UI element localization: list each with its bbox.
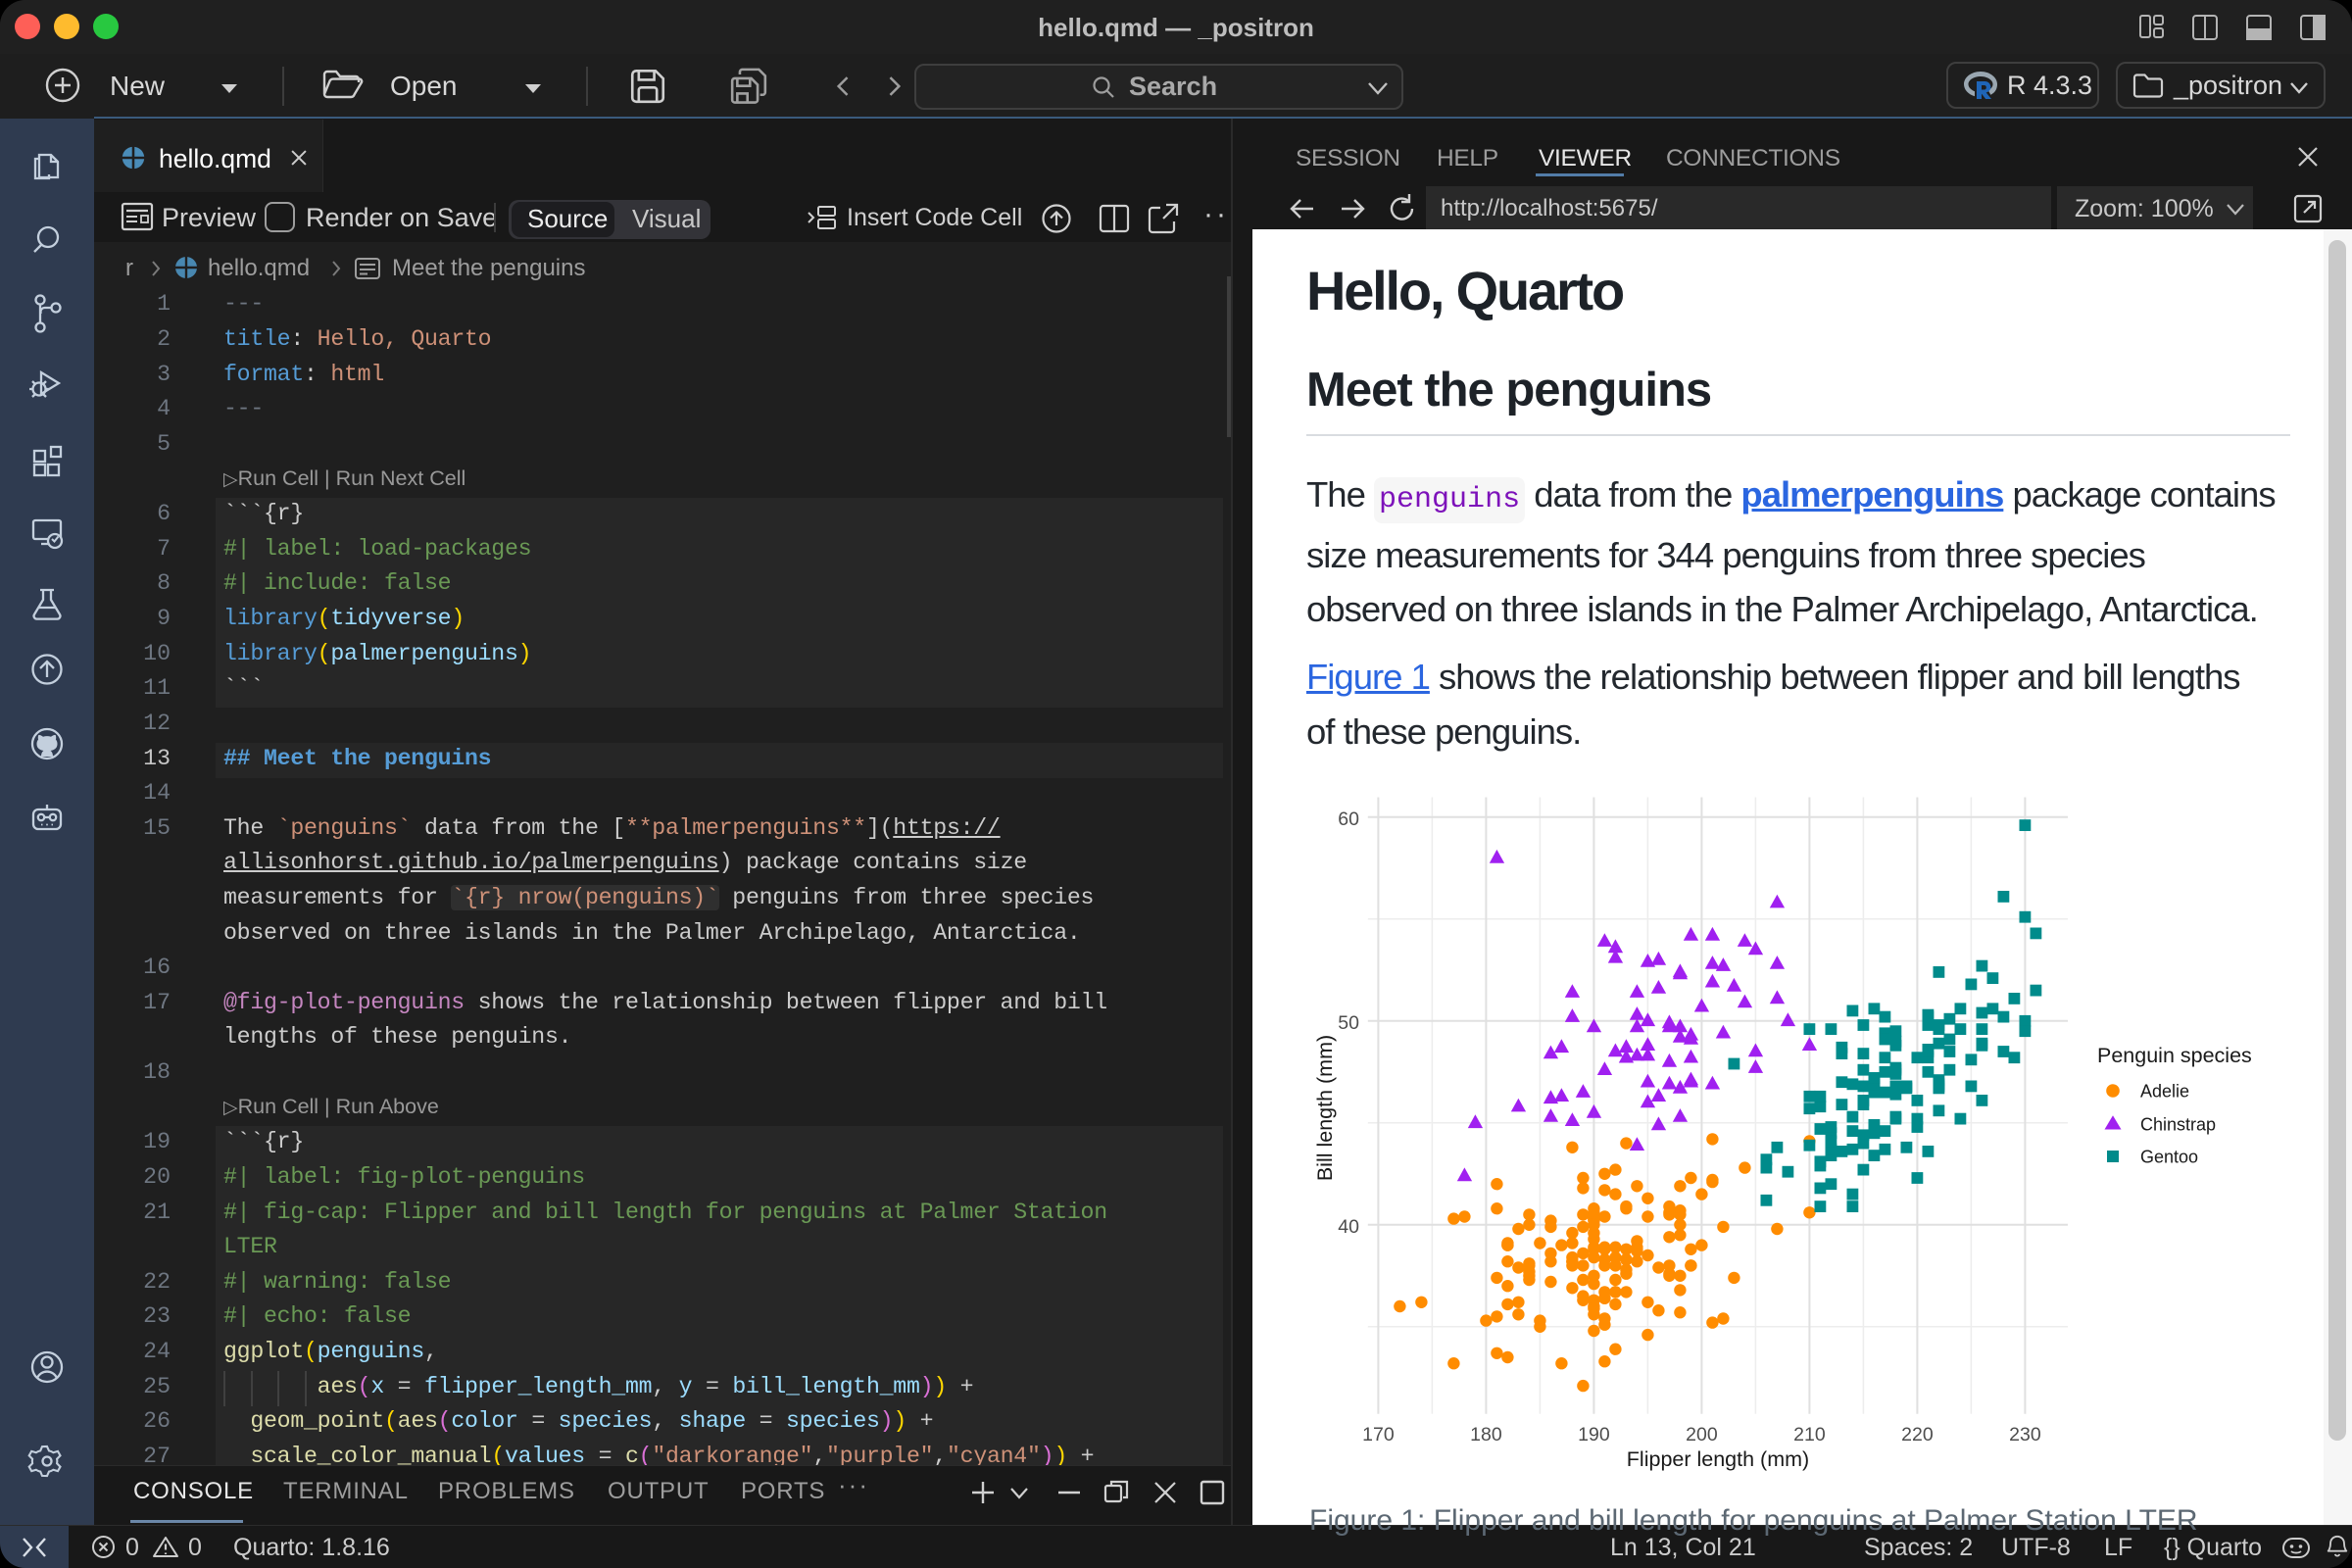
svg-text:180: 180: [1470, 1424, 1502, 1446]
svg-text:190: 190: [1578, 1424, 1610, 1446]
svg-text:40: 40: [1338, 1216, 1359, 1238]
svg-text:Flipper length (mm): Flipper length (mm): [1627, 1447, 1809, 1471]
svg-text:170: 170: [1362, 1424, 1395, 1446]
svg-text:60: 60: [1338, 808, 1359, 830]
svg-text:50: 50: [1338, 1012, 1359, 1034]
svg-text:Penguin species: Penguin species: [2097, 1044, 2252, 1067]
svg-text:Bill length (mm): Bill length (mm): [1313, 1035, 1337, 1181]
svg-text:230: 230: [2009, 1424, 2041, 1446]
svg-text:220: 220: [1901, 1424, 1934, 1446]
svg-text:Chinstrap: Chinstrap: [2140, 1115, 2216, 1135]
svg-text:Gentoo: Gentoo: [2140, 1148, 2198, 1167]
svg-text:200: 200: [1686, 1424, 1718, 1446]
svg-text:Adelie: Adelie: [2140, 1082, 2189, 1102]
svg-text:210: 210: [1793, 1424, 1826, 1446]
